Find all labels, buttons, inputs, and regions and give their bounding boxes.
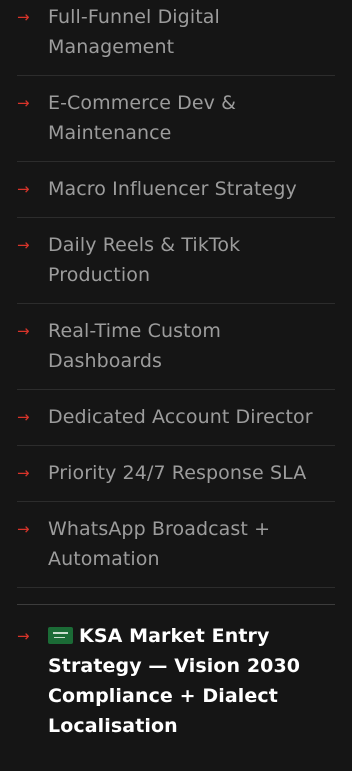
arrow-right-icon: → [17,464,30,482]
arrow-right-icon: → [17,520,30,538]
list-item: → Real-Time Custom Dashboards [17,304,335,390]
feature-label: WhatsApp Broadcast + Automation [48,518,271,570]
feature-label: Daily Reels & TikTok Production [48,234,241,286]
feature-label: Full-Funnel Digital Management [48,6,220,58]
list-item: → WhatsApp Broadcast + Automation [17,502,335,588]
feature-label: E-Commerce Dev & Maintenance [48,92,237,144]
highlight-feature-label: KSA Market Entry Strategy — Vision 2030 … [48,625,301,737]
list-item: → Dedicated Account Director [17,390,335,446]
arrow-right-icon: → [17,627,30,645]
arrow-right-icon: → [17,94,30,112]
feature-list: → Full-Funnel Digital Management → E-Com… [0,0,352,754]
arrow-right-icon: → [17,8,30,26]
feature-label: Macro Influencer Strategy [48,178,297,200]
arrow-right-icon: → [17,236,30,254]
feature-label: Real-Time Custom Dashboards [48,320,221,372]
list-item: → Full-Funnel Digital Management [17,0,335,76]
arrow-right-icon: → [17,322,30,340]
arrow-right-icon: → [17,408,30,426]
feature-label: Dedicated Account Director [48,406,313,428]
saudi-arabia-flag-icon [48,627,73,644]
list-item: → Macro Influencer Strategy [17,162,335,218]
arrow-right-icon: → [17,180,30,198]
highlight-feature: KSA Market Entry Strategy — Vision 2030 … [48,621,335,741]
feature-label: Priority 24/7 Response SLA [48,462,307,484]
list-item: → Priority 24/7 Response SLA [17,446,335,502]
list-item: → E-Commerce Dev & Maintenance [17,76,335,162]
highlight-list-item: → KSA Market Entry Strategy — Vision 203… [17,604,335,754]
list-item: → Daily Reels & TikTok Production [17,218,335,304]
